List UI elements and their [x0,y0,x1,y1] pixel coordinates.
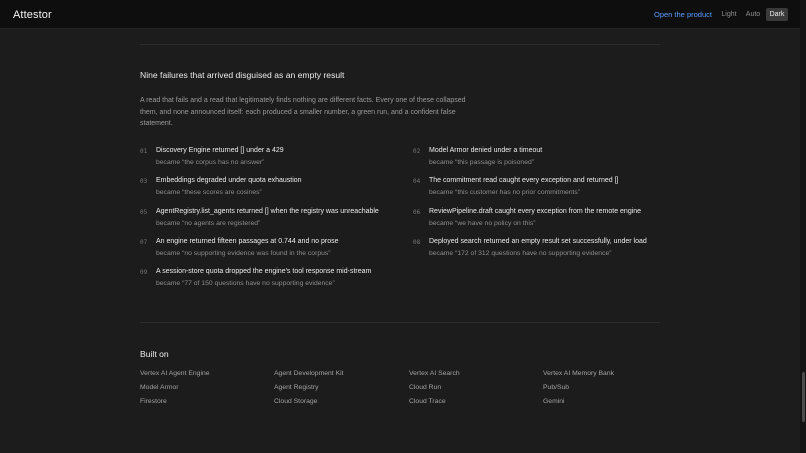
failure-title: Model Armor denied under a timeout [429,147,543,154]
brand-logo[interactable]: Attestor [13,9,52,21]
built-on-item: Model Armor [140,384,179,391]
failure-number: 08 [413,239,421,246]
failure-title: Deployed search returned an empty result… [429,238,647,245]
failure-consequence: became “this customer has no prior commi… [429,189,581,196]
failures-intro: A read that fails and a read that legiti… [140,97,466,128]
built-on-item: Firestore [140,398,167,405]
built-on-item: Gemini [543,398,565,405]
failure-consequence: became “this passage is poisoned” [429,159,535,166]
failure-number: 09 [140,269,148,276]
built-on-item: Vertex AI Memory Bank [543,370,615,377]
failure-title: An engine returned fifteen passages at 0… [156,238,339,245]
failure-title: ReviewPipeline.draft caught every except… [429,208,642,215]
failure-title: AgentRegistry.list_agents returned [] wh… [156,208,379,215]
failure-consequence: became “no agents are registered” [156,220,261,227]
failure-number: 04 [413,178,421,185]
built-on-item: Agent Development Kit [274,370,344,377]
failure-title: A session-store quota dropped the engine… [156,268,372,275]
built-on-item: Cloud Run [409,384,442,391]
failure-title: The commitment read caught every excepti… [429,177,619,184]
built-on-item: Cloud Storage [274,398,318,405]
failure-number: 06 [413,209,421,216]
failure-title: Discovery Engine returned [] under a 429 [156,147,284,154]
failure-consequence: became “the corpus has no answer” [156,159,265,166]
failure-consequence: became “no supporting evidence was found… [156,250,331,257]
section-divider [140,322,660,323]
failure-number: 02 [413,148,421,155]
failure-consequence: became “77 of 150 questions have no supp… [156,280,335,287]
built-on-heading: Built on [140,349,169,359]
failure-number: 01 [140,148,148,155]
scrollbar-thumb[interactable] [802,372,805,422]
theme-light-button[interactable]: Light [720,9,738,20]
theme-auto-button[interactable]: Auto [744,9,762,20]
failure-title: Embeddings degraded under quota exhausti… [156,177,302,184]
failure-consequence: became “172 of 312 questions have no sup… [429,250,612,257]
section-divider [140,44,660,45]
failure-consequence: became “we have no policy on this” [429,220,536,227]
built-on-item: Pub/Sub [543,384,570,391]
failure-consequence: became “these scores are cosines” [156,189,262,196]
theme-dark-button[interactable]: Dark [766,8,788,21]
built-on-item: Agent Registry [274,384,319,391]
built-on-item: Vertex AI Agent Engine [140,370,210,377]
top-navigation-bar: Attestor Open the product Light Auto Dar… [0,0,800,29]
failures-heading: Nine failures that arrived disguised as … [140,70,345,80]
failure-number: 03 [140,178,148,185]
failure-number: 07 [140,239,148,246]
built-on-item: Vertex AI Search [409,370,460,377]
built-on-item: Cloud Trace [409,398,446,405]
open-product-link[interactable]: Open the product [654,10,712,19]
failure-number: 05 [140,209,148,216]
